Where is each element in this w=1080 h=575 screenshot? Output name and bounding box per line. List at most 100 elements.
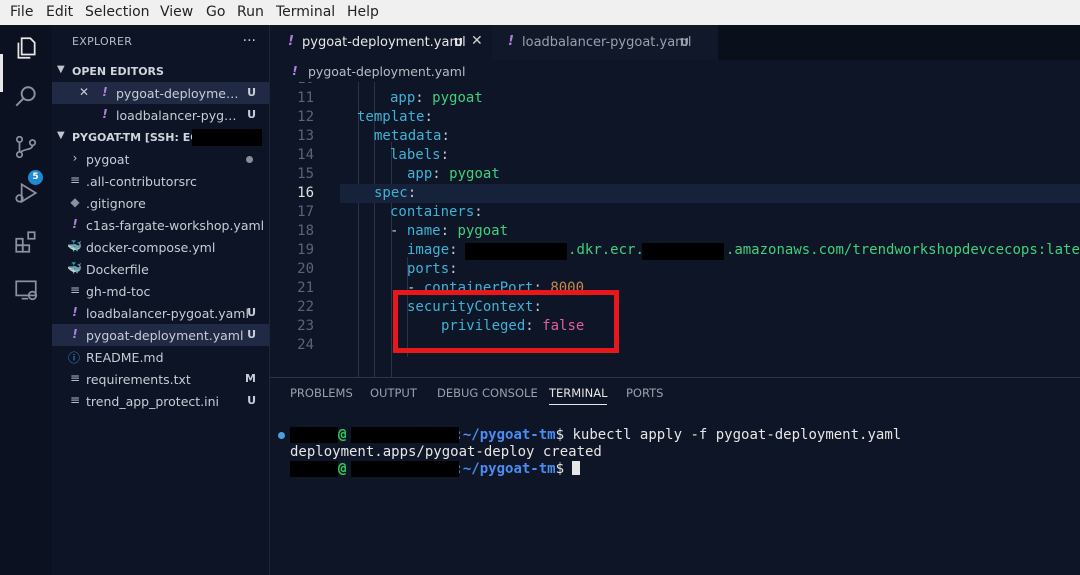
code-line: 17 containers: [297, 204, 483, 220]
file-name: trend_app_protect.ini [86, 394, 219, 409]
terminal-line: deployment.apps/pygoat-deploy created [290, 444, 602, 460]
file-item[interactable]: ! pygoat-deployment.yaml U [52, 324, 270, 346]
file-name: gh-md-toc [86, 284, 151, 299]
command-success-dot [278, 432, 285, 439]
status-badge: M [245, 372, 256, 385]
menu-edit[interactable]: Edit [46, 4, 73, 20]
redaction [351, 461, 459, 477]
open-editor-name: loadbalancer-pygo... [116, 108, 242, 123]
yaml-icon: ! [102, 85, 108, 99]
status-badge: U [247, 394, 256, 407]
git-icon: ◆ [70, 195, 80, 209]
menu-terminal[interactable]: Terminal [276, 4, 335, 20]
chevron-down-icon: ▼ [57, 130, 65, 141]
code-line: 16 spec: [297, 185, 417, 201]
active-indicator [0, 54, 3, 92]
search-icon[interactable] [12, 83, 40, 111]
open-editors-header[interactable]: ▼ OPEN EDITORS [52, 62, 270, 82]
open-editor-item[interactable]: ✕ ! pygoat-deploymen... U [52, 82, 270, 104]
file-item[interactable]: ! loadbalancer-pygoat.yaml U [52, 302, 270, 324]
tab-label: pygoat-deployment.yaml [302, 35, 466, 50]
menu-file[interactable]: File [10, 4, 33, 20]
bottom-panel: PROBLEMS OUTPUT DEBUG CONSOLE TERMINAL P… [270, 377, 1080, 575]
file-item[interactable]: ⓘ README.md [52, 346, 270, 368]
highlight-box [393, 290, 619, 353]
file-item[interactable]: ≡ gh-md-toc [52, 280, 270, 302]
info-icon: ⓘ [68, 351, 81, 365]
yaml-icon: ! [102, 107, 108, 121]
status-badge: U [680, 36, 689, 49]
tab-bar: ! pygoat-deployment.yaml U ✕ ! loadbalan… [270, 25, 1080, 60]
file-item[interactable]: 🐳 Dockerfile [52, 258, 270, 280]
breadcrumb[interactable]: ! pygoat-deployment.yaml [270, 60, 1080, 82]
file-name: c1as-fargate-workshop.yaml [86, 218, 265, 233]
status-badge: U [247, 328, 256, 341]
tab-terminal[interactable]: TERMINAL [549, 386, 608, 405]
file-lines-icon: ≡ [69, 283, 81, 297]
extensions-icon[interactable] [12, 228, 40, 256]
yaml-icon: ! [508, 34, 514, 49]
file-item[interactable]: ≡ requirements.txt M [52, 368, 270, 390]
menu-run[interactable]: Run [237, 4, 264, 20]
tab-output[interactable]: OUTPUT [370, 386, 417, 400]
code-line: 24 [297, 337, 314, 353]
yaml-icon: ! [72, 327, 78, 341]
status-badge: U [454, 36, 463, 49]
file-item[interactable]: ! c1as-fargate-workshop.yaml [52, 214, 270, 236]
tab-debug-console[interactable]: DEBUG CONSOLE [437, 386, 538, 400]
file-name: pygoat [86, 152, 130, 167]
redaction [351, 427, 459, 443]
docker-compose-icon: 🐳 [67, 239, 82, 253]
close-icon[interactable]: ✕ [79, 85, 89, 99]
source-control-icon[interactable] [12, 133, 40, 161]
redaction [642, 243, 724, 260]
remote-explorer-icon[interactable] [12, 276, 40, 304]
code-line: 14 labels: [297, 147, 450, 163]
code-line: 11 app: pygoat [297, 90, 483, 106]
redaction [290, 427, 338, 443]
file-lines-icon: ≡ [69, 393, 81, 407]
code-line: 13 metadata: [297, 128, 450, 144]
tab-loadbalancer-pygoat[interactable]: ! loadbalancer-pygoat.yaml U [492, 25, 718, 60]
code-line: 18 - name: pygoat [297, 223, 509, 239]
menu-view[interactable]: View [160, 4, 193, 20]
tab-label: loadbalancer-pygoat.yaml [522, 35, 692, 50]
explorer-icon[interactable] [12, 34, 40, 62]
run-debug-icon[interactable] [12, 179, 40, 207]
code-line: 23 privileged: false [297, 318, 585, 334]
redaction [192, 129, 262, 146]
chevron-right-icon: › [72, 151, 78, 165]
close-icon[interactable]: ✕ [471, 33, 483, 49]
code-line: 20 ports: [297, 261, 458, 277]
menu-go[interactable]: Go [206, 4, 225, 20]
folder-item[interactable]: › pygoat [52, 148, 270, 170]
redaction [465, 243, 567, 260]
code-editor[interactable]: 10 11 app: pygoat 12 template: 13 metada… [270, 82, 1080, 377]
redaction [290, 461, 338, 477]
yaml-icon: ! [72, 305, 78, 319]
vscode-window: File Edit Selection View Go Run Terminal… [0, 0, 1080, 575]
menu-bar: File Edit Selection View Go Run Terminal… [0, 0, 1080, 25]
open-editor-item[interactable]: ! loadbalancer-pygo... U [52, 104, 270, 126]
breadcrumb-file: pygoat-deployment.yaml [308, 64, 466, 79]
file-item[interactable]: 🐳 docker-compose.yml [52, 236, 270, 258]
menu-selection[interactable]: Selection [85, 4, 150, 20]
file-item[interactable]: ◆ .gitignore [52, 192, 270, 214]
explorer-sidebar: EXPLORER ··· ▼ OPEN EDITORS ✕ ! pygoat-d… [52, 25, 270, 575]
tab-ports[interactable]: PORTS [626, 386, 663, 400]
workspace-label: PYGOAT-TM [SSH: EC2- [72, 131, 211, 144]
file-name: requirements.txt [86, 372, 191, 387]
tab-problems[interactable]: PROBLEMS [290, 386, 353, 400]
file-name: README.md [86, 350, 164, 365]
file-item[interactable]: ≡ .all-contributorsrc [52, 170, 270, 192]
code-line: 22 securityContext: [297, 299, 542, 315]
modified-dot [246, 156, 253, 163]
more-actions-icon[interactable]: ··· [243, 33, 256, 49]
file-name: loadbalancer-pygoat.yaml [86, 306, 249, 321]
file-name: Dockerfile [86, 262, 149, 277]
open-editor-name: pygoat-deploymen... [116, 86, 242, 101]
menu-help[interactable]: Help [347, 4, 379, 20]
tab-pygoat-deployment[interactable]: ! pygoat-deployment.yaml U ✕ [270, 25, 492, 60]
file-item[interactable]: ≡ trend_app_protect.ini U [52, 390, 270, 412]
docker-icon: 🐳 [67, 261, 82, 275]
